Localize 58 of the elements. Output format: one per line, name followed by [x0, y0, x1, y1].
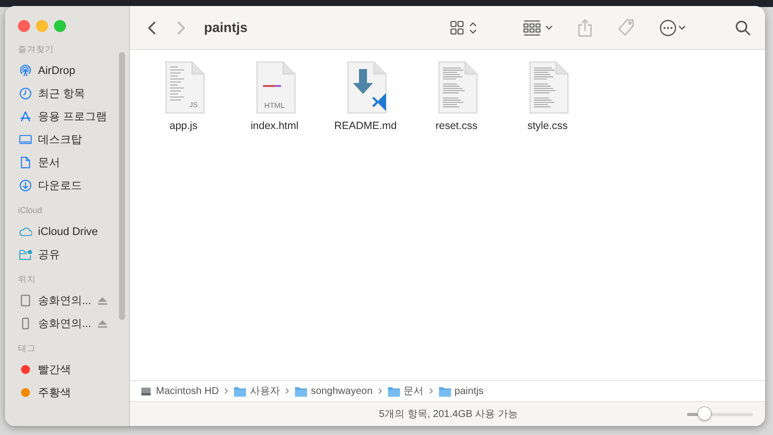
clock-icon	[19, 87, 32, 100]
shared-folder-icon	[19, 248, 32, 261]
path-item[interactable]: Macintosh HD	[140, 386, 219, 396]
scrollbar[interactable]	[119, 52, 125, 320]
tablet-icon	[19, 294, 32, 307]
tag-icon[interactable]	[617, 18, 635, 36]
path-item[interactable]: 사용자	[234, 384, 280, 398]
sidebar-item[interactable]: 송화연의...	[5, 289, 129, 312]
section-header: 위치	[17, 274, 37, 286]
cloud-icon	[19, 225, 32, 238]
minimize-button[interactable]	[36, 20, 48, 32]
path-item[interactable]: songhwayeon	[294, 386, 373, 396]
path-item[interactable]: 문서	[388, 384, 424, 398]
folder-icon	[234, 386, 246, 396]
slider-thumb[interactable]	[698, 406, 711, 420]
chevron-icon	[284, 387, 290, 395]
folder-icon	[294, 386, 307, 396]
group-view-icon[interactable]	[523, 20, 553, 36]
file-item[interactable]: style.css	[502, 61, 593, 132]
section-header: iCloud	[17, 205, 44, 217]
zoom-button[interactable]	[54, 20, 66, 32]
sidebar-item[interactable]: 주황색	[5, 381, 129, 404]
chevron-icon	[428, 387, 434, 395]
eject-icon[interactable]	[98, 320, 108, 328]
search-icon[interactable]	[735, 20, 751, 36]
eject-icon[interactable]	[98, 296, 108, 304]
sidebar-item[interactable]: 응용 프로그램	[5, 105, 129, 128]
sidebar-item[interactable]: iCloud Drive	[5, 220, 129, 243]
sidebar-item[interactable]: 문서	[5, 151, 129, 174]
airdrop-icon	[19, 64, 32, 77]
folder-icon	[438, 386, 451, 396]
more-icon[interactable]	[659, 18, 685, 36]
download-icon	[19, 179, 32, 192]
status-text: 5개의 항목, 201.4GB 사용 가능	[378, 408, 519, 421]
sidebar-item[interactable]: 빨간색	[5, 358, 129, 381]
monitor-icon	[19, 133, 32, 146]
section-header: 즐겨찾기	[17, 44, 55, 56]
sidebar-item[interactable]: AirDrop	[5, 59, 129, 82]
sidebar-item[interactable]: 송화연의...	[5, 312, 129, 335]
chevron-icon	[224, 387, 229, 395]
close-button[interactable]	[18, 20, 30, 32]
document-icon	[19, 156, 32, 169]
phone-icon	[19, 317, 32, 330]
sidebar-item[interactable]: 데스크탑	[5, 128, 129, 151]
folder-icon	[388, 386, 400, 396]
section-header: 태그	[17, 343, 37, 355]
window-title: paintjs	[204, 20, 248, 35]
share-icon[interactable]	[577, 18, 593, 36]
file-item[interactable]: reset.css	[411, 61, 502, 132]
chevron-icon	[378, 387, 383, 395]
path-item[interactable]: paintjs	[438, 386, 484, 396]
file-item[interactable]: README.md	[320, 61, 411, 132]
icon-view-icon[interactable]	[450, 20, 478, 36]
icon-size-slider[interactable]	[687, 407, 753, 421]
sidebar-item[interactable]: 다운로드	[5, 174, 129, 197]
sidebar-item[interactable]: 공유	[5, 243, 129, 266]
apps-icon	[19, 110, 32, 123]
sidebar-item[interactable]: 최근 항목	[5, 82, 129, 105]
